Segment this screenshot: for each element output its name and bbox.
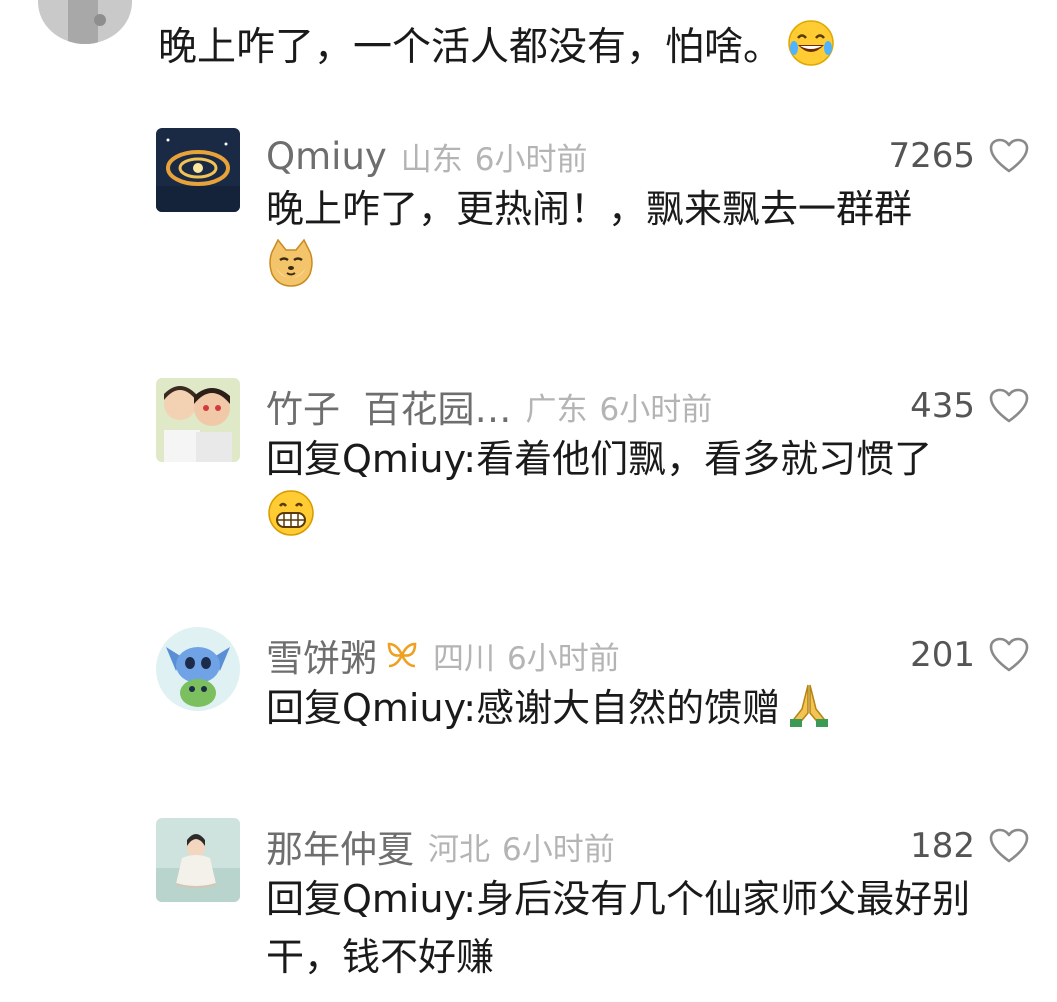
comment-meta: Qmiuy 山东 6小时前 xyxy=(266,128,588,184)
user-avatar[interactable] xyxy=(156,378,240,462)
like-count: 182 xyxy=(910,826,975,866)
comment-body: 回复Qmiuy:身后没有几个仙家师父最好别干，钱不好赚 xyxy=(266,877,971,979)
like-count: 7265 xyxy=(888,136,975,176)
like-count: 201 xyxy=(910,635,975,675)
comment-text: 回复Qmiuy:身后没有几个仙家师父最好别干，钱不好赚 xyxy=(266,870,1036,986)
ribbon-badge-icon xyxy=(385,638,419,672)
heart-icon[interactable] xyxy=(989,828,1029,864)
user-avatar[interactable] xyxy=(156,128,240,212)
like-button[interactable]: 7265 xyxy=(888,128,1029,184)
comment-text: 回复Qmiuy:感谢大自然的馈赠 xyxy=(266,679,1036,737)
comment-time: 6小时前 xyxy=(507,640,620,677)
user-region: 四川 xyxy=(433,640,495,677)
user-region: 广东 xyxy=(525,391,588,428)
like-count: 435 xyxy=(910,386,975,426)
username[interactable]: Qmiuy xyxy=(266,135,387,178)
heart-icon[interactable] xyxy=(989,637,1029,673)
comment-meta: 那年仲夏 河北 6小时前 xyxy=(266,818,615,874)
top-comment-body: 晚上咋了，一个活人都没有，怕啥。 xyxy=(158,25,783,70)
like-button[interactable]: 435 xyxy=(910,378,1029,434)
comment-time: 6小时前 xyxy=(474,141,588,178)
top-comment-text: 晚上咋了，一个活人都没有，怕啥。 xyxy=(158,18,836,78)
comment-body: 回复Qmiuy:看着他们飘，看多就习惯了 xyxy=(266,437,933,481)
comment-meta: 雪饼粥 四川 6小时前 xyxy=(266,627,620,683)
comment-body: 回复Qmiuy:感谢大自然的馈赠 xyxy=(266,686,781,730)
username[interactable]: 雪饼粥 xyxy=(266,628,377,682)
heart-icon[interactable] xyxy=(989,388,1029,424)
user-avatar[interactable] xyxy=(156,818,240,902)
username[interactable]: 那年仲夏 xyxy=(266,819,414,873)
user-region: 山东 xyxy=(400,141,463,178)
doge-icon xyxy=(266,238,316,288)
username[interactable]: 竹子 百花园… xyxy=(266,379,512,433)
laughing-tears-icon xyxy=(786,18,836,68)
comment-text: 晚上咋了，更热闹！，飘来飘去一群群 xyxy=(266,180,1036,296)
grin-icon xyxy=(266,488,316,538)
comment-time: 6小时前 xyxy=(599,391,713,428)
like-button[interactable]: 201 xyxy=(910,627,1029,683)
top-comment-avatar[interactable] xyxy=(38,0,132,44)
comment-body: 晚上咋了，更热闹！，飘来飘去一群群 xyxy=(266,187,913,231)
user-avatar[interactable] xyxy=(156,627,240,711)
comment-meta: 竹子 百花园… 广东 6小时前 xyxy=(266,378,712,434)
comment-time: 6小时前 xyxy=(502,831,615,868)
user-region: 河北 xyxy=(428,831,490,868)
like-button[interactable]: 182 xyxy=(910,818,1029,874)
heart-icon[interactable] xyxy=(989,138,1029,174)
pray-hands-icon xyxy=(784,679,834,729)
comment-text: 回复Qmiuy:看着他们飘，看多就习惯了 xyxy=(266,430,1036,546)
